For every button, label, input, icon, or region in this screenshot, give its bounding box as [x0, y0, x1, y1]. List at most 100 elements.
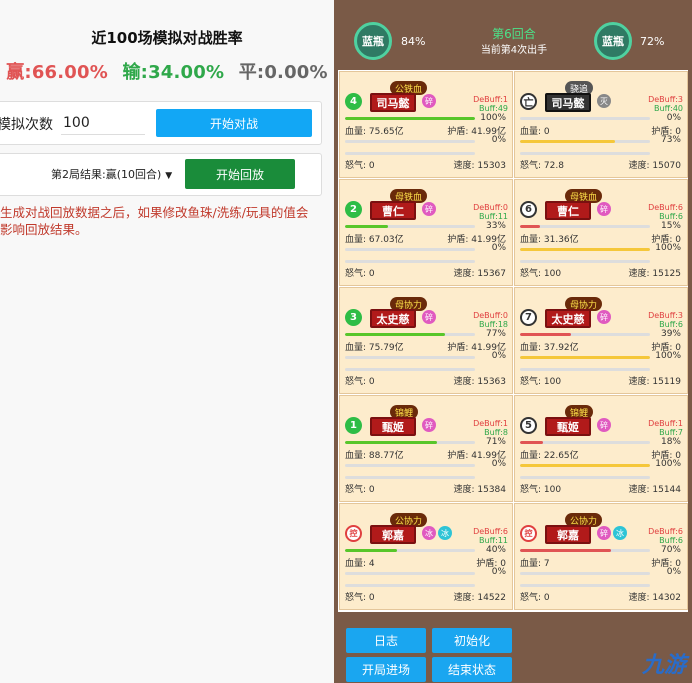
- status-icon: 碎: [422, 310, 436, 324]
- hero-grid: 4 公铁血 司马懿 碎 DeBuff:1 Buff:49 100% 血量: 75…: [338, 70, 688, 612]
- shield-bar: [345, 140, 475, 143]
- status-icon: 碎: [597, 418, 611, 432]
- shield-percent: 0%: [491, 567, 506, 577]
- hp-percent: 70%: [660, 545, 681, 555]
- sim-count-input[interactable]: [61, 111, 145, 135]
- hp-bar-fill: [520, 333, 571, 336]
- debuff-count: DeBuff:1: [473, 95, 508, 104]
- buff-count: Buff:11: [479, 212, 508, 221]
- start-battle-button[interactable]: 开始对战: [156, 109, 312, 137]
- anger-value: 怒气: 100: [520, 377, 562, 387]
- hp-percent: 100%: [480, 113, 506, 123]
- anger-value: 怒气: 100: [520, 485, 562, 495]
- hp-bar-fill: [520, 225, 540, 228]
- status-icon: 碎: [597, 310, 611, 324]
- position-badge: 7: [520, 309, 537, 326]
- anger-bar: [520, 584, 650, 587]
- shield-percent: 0%: [491, 243, 506, 253]
- buff-count: Buff:18: [479, 320, 508, 329]
- anger-value: 怒气: 72.8: [520, 161, 564, 171]
- speed-value: 速度: 14522: [453, 593, 506, 603]
- enter-field-button[interactable]: 开局进场: [346, 657, 426, 682]
- hp-value: 血量: 22.65亿: [520, 451, 579, 461]
- hero-name: 太史慈: [370, 309, 416, 328]
- speed-value: 速度: 15070: [628, 161, 681, 171]
- hero-name: 郭嘉: [545, 525, 591, 544]
- anger-value: 怒气: 0: [345, 485, 375, 495]
- position-badge: 5: [520, 417, 537, 434]
- buff-count: Buff:6: [659, 536, 683, 545]
- log-button[interactable]: 日志: [346, 628, 426, 653]
- hp-bar-fill: [520, 441, 544, 444]
- position-badge: 1: [345, 417, 362, 434]
- hp-bar-fill: [345, 117, 475, 120]
- hero-card[interactable]: 1 锦鲤 甄姬 碎 DeBuff:1 Buff:8 71% 血量: 88.77亿…: [339, 395, 513, 502]
- hp-value: 血量: 75.65亿: [345, 127, 404, 137]
- position-badge: 4: [345, 93, 362, 110]
- hero-card[interactable]: 亡 骁追 司马懿 灭 DeBuff:3 Buff:40 0% 血量: 0 护盾:…: [514, 71, 688, 178]
- position-badge: 控: [345, 525, 362, 542]
- speed-value: 速度: 14302: [628, 593, 681, 603]
- hp-bar-fill: [345, 225, 388, 228]
- simulation-settings: 模拟次数 开始对战: [0, 101, 322, 145]
- hero-card[interactable]: 5 锦鲤 甄姬 碎 DeBuff:1 Buff:7 18% 血量: 22.65亿…: [514, 395, 688, 502]
- shield-bar: [520, 356, 650, 359]
- shield-bar: [520, 140, 650, 143]
- hp-value: 血量: 67.03亿: [345, 235, 404, 245]
- left-team-percent: 84%: [401, 35, 426, 48]
- anger-bar: [345, 584, 475, 587]
- hp-bar: [520, 333, 650, 336]
- position-badge: 2: [345, 201, 362, 218]
- position-badge: 6: [520, 201, 537, 218]
- anger-value: 怒气: 0: [520, 593, 550, 603]
- shield-percent: 100%: [655, 243, 681, 253]
- hero-card[interactable]: 2 母铁血 曹仁 碎 DeBuff:0 Buff:11 33% 血量: 67.0…: [339, 179, 513, 286]
- hp-value: 血量: 88.77亿: [345, 451, 404, 461]
- debuff-count: DeBuff:3: [648, 95, 683, 104]
- hero-card[interactable]: 3 母协力 太史慈 碎 DeBuff:0 Buff:18 77% 血量: 75.…: [339, 287, 513, 394]
- shield-bar: [520, 248, 650, 251]
- hero-card[interactable]: 控 公协力 郭嘉 碎冰 DeBuff:6 Buff:6 70% 血量: 7 护盾…: [514, 503, 688, 610]
- hp-bar: [345, 441, 475, 444]
- position-badge: 控: [520, 525, 537, 542]
- hero-name: 曹仁: [545, 201, 591, 220]
- speed-value: 速度: 15144: [628, 485, 681, 495]
- end-state-button[interactable]: 结束状态: [432, 657, 512, 682]
- debuff-count: DeBuff:0: [473, 311, 508, 320]
- hp-percent: 15%: [660, 221, 681, 231]
- hero-card[interactable]: 7 母协力 太史慈 碎 DeBuff:3 Buff:6 39% 血量: 37.9…: [514, 287, 688, 394]
- hp-bar-fill: [345, 441, 438, 444]
- speed-value: 速度: 15384: [453, 485, 506, 495]
- hp-bar: [345, 549, 475, 552]
- speed-value: 速度: 15303: [453, 161, 506, 171]
- init-button[interactable]: 初始化: [432, 628, 512, 653]
- hp-bar: [345, 225, 475, 228]
- shield-bar: [520, 464, 650, 467]
- anger-bar: [345, 260, 475, 263]
- hp-bar: [345, 333, 475, 336]
- replay-result-select[interactable]: 第2局结果:赢(10回合) ▼: [51, 166, 172, 182]
- hp-percent: 33%: [485, 221, 506, 231]
- speed-value: 速度: 15125: [628, 269, 681, 279]
- anger-bar: [520, 260, 650, 263]
- hp-value: 血量: 0: [520, 127, 550, 137]
- hero-card[interactable]: 6 母铁血 曹仁 碎 DeBuff:6 Buff:6 15% 血量: 31.36…: [514, 179, 688, 286]
- start-replay-button[interactable]: 开始回放: [185, 159, 295, 189]
- left-team-avatar: 蓝瓶: [354, 22, 392, 60]
- hp-value: 血量: 37.92亿: [520, 343, 579, 353]
- hp-bar: [520, 117, 650, 120]
- status-icon: 碎: [422, 202, 436, 216]
- watermark-logo: 九游: [641, 653, 686, 678]
- hero-name: 曹仁: [370, 201, 416, 220]
- anger-value: 怒气: 100: [520, 269, 562, 279]
- win-rate: 赢:66.00%: [6, 62, 108, 83]
- shield-percent: 0%: [666, 567, 681, 577]
- hero-card[interactable]: 控 公协力 郭嘉 冰冰 DeBuff:6 Buff:11 40% 血量: 4 护…: [339, 503, 513, 610]
- replay-warning: 生成对战回放数据之后，如果修改鱼珠/洗练/玩具的值会影响回放结果。: [0, 205, 309, 237]
- hero-name: 甄姬: [545, 417, 591, 436]
- speed-value: 速度: 15367: [453, 269, 506, 279]
- hp-value: 血量: 4: [345, 559, 375, 569]
- status-icon: 碎: [597, 526, 611, 540]
- hp-value: 血量: 31.36亿: [520, 235, 579, 245]
- hero-card[interactable]: 4 公铁血 司马懿 碎 DeBuff:1 Buff:49 100% 血量: 75…: [339, 71, 513, 178]
